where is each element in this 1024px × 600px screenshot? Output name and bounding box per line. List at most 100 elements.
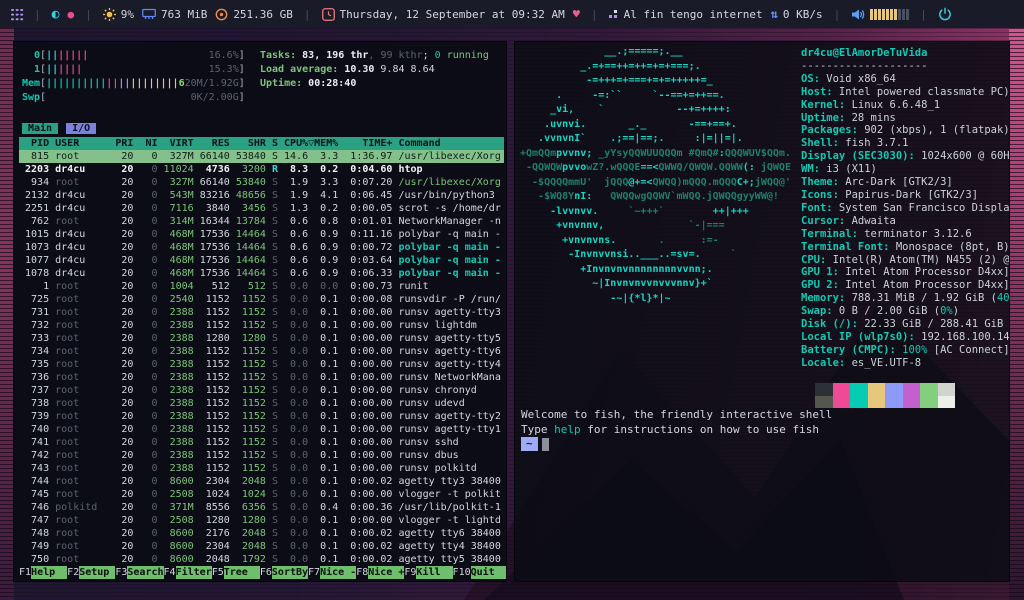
workspace-focused-icon[interactable]: ◐ bbox=[52, 7, 60, 22]
palette-swatch bbox=[920, 396, 938, 409]
palette-swatch bbox=[850, 383, 868, 396]
fn-key-F3[interactable]: F3 bbox=[115, 566, 127, 579]
sysinfo-line: CPU: Intel(R) Atom(TM) N455 (2) @ 1.667G… bbox=[801, 254, 1010, 267]
fn-key-F7[interactable]: F7 bbox=[308, 566, 320, 579]
fn-key-F10[interactable]: F10 bbox=[453, 566, 471, 579]
column-header-shr[interactable]: SHR bbox=[236, 138, 266, 149]
column-header-pid[interactable]: PID bbox=[19, 138, 49, 149]
tab-io[interactable]: I/O bbox=[66, 123, 96, 134]
process-row-748[interactable]: 748 root 20 0 8600 2176 2048 S 0.0 0.1 0… bbox=[19, 527, 504, 540]
process-row-1[interactable]: 1 root 20 0 1004 512 512 S 0.0 0.0 0:00.… bbox=[19, 280, 504, 293]
fn-action-kill[interactable]: Kill bbox=[416, 566, 452, 579]
memory-module[interactable]: 763 MiB bbox=[142, 8, 207, 21]
power-icon[interactable] bbox=[938, 7, 952, 21]
sysinfo-line: Kernel: Linux 6.6.48_1 bbox=[801, 99, 1010, 112]
process-row-738[interactable]: 738 root 20 0 2388 1152 1152 S 0.0 0.1 0… bbox=[19, 397, 504, 410]
column-header-user[interactable]: USER bbox=[55, 138, 109, 149]
polybar: | ◐ ● | 9% 763 MiB 251.36 GB | Thursday,… bbox=[0, 0, 1024, 28]
process-row-741[interactable]: 741 root 20 0 2388 1152 1152 S 0.0 0.1 0… bbox=[19, 436, 504, 449]
fn-action-tree[interactable]: Tree bbox=[224, 566, 260, 579]
process-row-743[interactable]: 743 root 20 0 2388 1152 1152 S 0.0 0.1 0… bbox=[19, 462, 504, 475]
fn-key-F5[interactable]: F5 bbox=[212, 566, 224, 579]
process-row-1073[interactable]: 1073 dr4cu 20 0 468M 17536 14464 S 0.6 0… bbox=[19, 241, 504, 254]
date-module[interactable]: Thursday, 12 September at 09:32 AM bbox=[322, 8, 565, 21]
workspace-icon[interactable]: ● bbox=[67, 8, 74, 21]
process-row-740[interactable]: 740 root 20 0 2388 1152 1152 S 0.0 0.1 0… bbox=[19, 423, 504, 436]
palette-swatch bbox=[885, 383, 903, 396]
column-header-s[interactable]: S bbox=[272, 138, 278, 149]
fn-key-F9[interactable]: F9 bbox=[404, 566, 416, 579]
process-row-744[interactable]: 744 root 20 0 8600 2304 2048 S 0.0 0.1 0… bbox=[19, 475, 504, 488]
process-row-736[interactable]: 736 root 20 0 2388 1152 1152 S 0.0 0.1 0… bbox=[19, 371, 504, 384]
network-module[interactable]: Al fin tengo internet bbox=[609, 8, 763, 21]
process-row-725[interactable]: 725 root 20 0 2540 1152 1152 S 0.0 0.1 0… bbox=[19, 293, 504, 306]
sysinfo-line: Icons: Papirus-Dark [GTK2/3] bbox=[801, 189, 1010, 202]
fn-action-help[interactable]: Help bbox=[31, 566, 67, 579]
process-row-2251[interactable]: 2251 dr4cu 20 0 7116 3840 3456 S 1.3 0.2… bbox=[19, 202, 504, 215]
brightness-module[interactable]: 9% bbox=[103, 8, 134, 21]
column-header-cpu[interactable]: CPU% bbox=[284, 138, 308, 149]
speaker-icon bbox=[851, 8, 865, 21]
fn-action-nice[interactable]: Nice - bbox=[320, 566, 356, 579]
process-row-731[interactable]: 731 root 20 0 2388 1152 1152 S 0.0 0.1 0… bbox=[19, 306, 504, 319]
text-cursor bbox=[542, 438, 549, 451]
fn-action-search[interactable]: Search bbox=[127, 566, 163, 579]
fn-action-filter[interactable]: Filter bbox=[176, 566, 212, 579]
wallpaper: 0[|||||||16.6%]1[||||||15.3%]Mem[|||||||… bbox=[0, 28, 1024, 600]
fn-action-nice[interactable]: Nice + bbox=[368, 566, 404, 579]
column-header-ni[interactable]: NI bbox=[139, 138, 157, 149]
process-row-732[interactable]: 732 root 20 0 2388 1152 1152 S 0.0 0.1 0… bbox=[19, 319, 504, 332]
process-row-737[interactable]: 737 root 20 0 2388 1152 1152 S 0.0 0.1 0… bbox=[19, 384, 504, 397]
table-header[interactable]: PID USER PRI NI VIRT RES SHR S CPU%▽MEM%… bbox=[19, 137, 504, 150]
process-row-1015[interactable]: 1015 dr4cu 20 0 468M 17536 14464 S 0.6 0… bbox=[19, 228, 504, 241]
fish-greeting: Welcome to fish, the friendly interactiv… bbox=[521, 408, 832, 437]
fn-key-F4[interactable]: F4 bbox=[164, 566, 176, 579]
volume-module[interactable] bbox=[851, 8, 909, 21]
process-row-747[interactable]: 747 root 20 0 2508 1280 1280 S 0.0 0.1 0… bbox=[19, 514, 504, 527]
shell-prompt[interactable]: ~ bbox=[521, 437, 549, 451]
process-row-1078[interactable]: 1078 dr4cu 20 0 468M 17536 14464 S 0.6 0… bbox=[19, 267, 504, 280]
process-row-734[interactable]: 734 root 20 0 2388 1152 1152 S 0.0 0.1 0… bbox=[19, 345, 504, 358]
palette-swatch bbox=[938, 396, 956, 409]
process-row-815[interactable]: 815 root 20 0 327M 66140 53840 S 14.6 3.… bbox=[19, 150, 504, 163]
sun-icon bbox=[103, 8, 116, 21]
process-row-749[interactable]: 749 root 20 0 8600 2304 2048 S 0.0 0.1 0… bbox=[19, 540, 504, 553]
palette-swatch bbox=[815, 396, 833, 409]
process-row-750[interactable]: 750 root 20 0 8600 2048 1792 S 0.0 0.1 0… bbox=[19, 553, 504, 566]
disk-icon bbox=[215, 8, 228, 21]
prompt-path: ~ bbox=[521, 437, 538, 451]
fn-action-setup[interactable]: Setup bbox=[79, 566, 115, 579]
column-header-virt[interactable]: VIRT bbox=[164, 138, 194, 149]
volume-bars bbox=[870, 9, 909, 20]
process-row-1077[interactable]: 1077 dr4cu 20 0 468M 17536 14464 S 0.6 0… bbox=[19, 254, 504, 267]
column-header-mem[interactable]: MEM% bbox=[314, 138, 338, 149]
column-header-command[interactable]: Command bbox=[398, 138, 440, 149]
process-row-2132[interactable]: 2132 dr4cu 20 0 543M 83216 48656 S 1.9 4… bbox=[19, 189, 504, 202]
process-row-2203[interactable]: 2203 dr4cu 20 0 11024 4736 3200 R 8.3 0.… bbox=[19, 163, 504, 176]
fn-key-F6[interactable]: F6 bbox=[260, 566, 272, 579]
fn-key-F8[interactable]: F8 bbox=[356, 566, 368, 579]
sysinfo-line: GPU 2: Intel Atom Processor D4xx] bbox=[801, 279, 1010, 292]
fn-action-sortby[interactable]: SortBy bbox=[272, 566, 308, 579]
process-row-745[interactable]: 745 root 20 0 2508 1024 1024 S 0.0 0.1 0… bbox=[19, 488, 504, 501]
process-row-742[interactable]: 742 root 20 0 2388 1152 1152 S 0.0 0.1 0… bbox=[19, 449, 504, 462]
process-table: PID USER PRI NI VIRT RES SHR S CPU%▽MEM%… bbox=[19, 137, 504, 566]
fn-action-quit[interactable]: Quit bbox=[471, 566, 507, 579]
sysinfo-line: Terminal: terminator 3.12.6 bbox=[801, 228, 1010, 241]
fn-key-F2[interactable]: F2 bbox=[67, 566, 79, 579]
column-header-pri[interactable]: PRI bbox=[115, 138, 133, 149]
process-row-762[interactable]: 762 root 20 0 314M 16344 13784 S 0.6 0.8… bbox=[19, 215, 504, 228]
sysinfo-line: dr4cu@ElAmorDeTuVida bbox=[801, 47, 1010, 60]
tab-main[interactable]: Main bbox=[22, 123, 58, 134]
column-header-time[interactable]: TIME+ bbox=[344, 138, 392, 149]
process-row-934[interactable]: 934 root 20 0 327M 66140 53840 S 1.9 3.3… bbox=[19, 176, 504, 189]
app-grid-icon[interactable] bbox=[10, 8, 23, 21]
process-row-739[interactable]: 739 root 20 0 2388 1152 1152 S 0.0 0.1 0… bbox=[19, 410, 504, 423]
process-row-733[interactable]: 733 root 20 0 2388 1280 1280 S 0.0 0.1 0… bbox=[19, 332, 504, 345]
process-row-746[interactable]: 746 polkitd 20 0 371M 8556 6356 S 0.0 0.… bbox=[19, 501, 504, 514]
process-row-735[interactable]: 735 root 20 0 2388 1152 1152 S 0.0 0.1 0… bbox=[19, 358, 504, 371]
column-header-res[interactable]: RES bbox=[200, 138, 230, 149]
fn-key-F1[interactable]: F1 bbox=[19, 566, 31, 579]
disk-module[interactable]: 251.36 GB bbox=[215, 8, 293, 21]
netspeed-module[interactable]: ⇅ 0 KB/s bbox=[771, 7, 823, 21]
